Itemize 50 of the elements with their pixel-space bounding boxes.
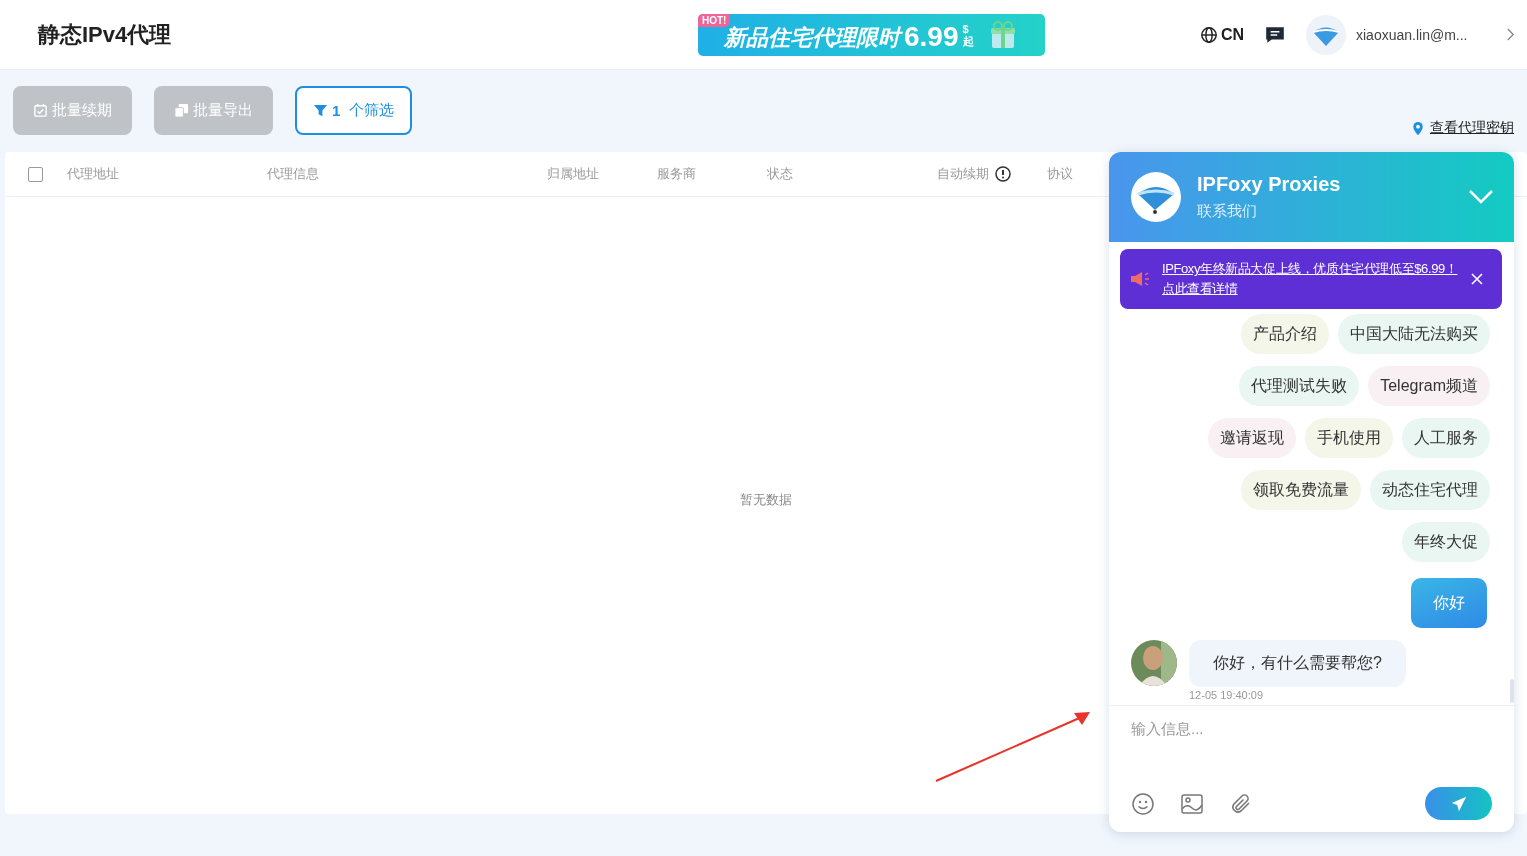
quick-reply-chip[interactable]: 年终大促 [1402,522,1490,562]
calendar-icon [33,102,48,118]
select-all-checkbox[interactable] [28,166,43,182]
column-header: 自动续期 [937,165,989,183]
page-title: 静态IPv4代理 [38,20,173,49]
quick-reply-chip[interactable]: 人工服务 [1402,418,1490,458]
view-key-link[interactable]: 查看代理密钥 [1412,119,1514,137]
chat-title: IPFoxy Proxies [1197,173,1342,196]
chat-subtitle: 联系我们 [1197,202,1258,221]
hot-badge: HOT! [698,13,731,27]
send-button[interactable] [1425,787,1492,820]
user-email[interactable]: xiaoxuan.lin@m... [1356,26,1486,43]
quick-reply-chip[interactable]: 中国大陆无法购买 [1338,314,1490,354]
column-header: 代理地址 [67,165,119,183]
agent-avatar [1131,640,1177,686]
quick-reply-chip[interactable]: 动态住宅代理 [1370,470,1490,510]
attachment-icon[interactable] [1229,791,1253,816]
message-time: 12-05 19:40:09 [1189,689,1264,701]
quick-reply-chip[interactable]: 手机使用 [1305,418,1393,458]
avatar[interactable] [1306,14,1346,55]
column-header: 代理信息 [267,165,319,183]
price-suffix: 起 [962,34,974,47]
location-pin-icon [1412,120,1424,136]
received-message: 你好，有什么需要帮您? [1189,640,1406,687]
close-icon[interactable] [1470,272,1484,286]
empty-message: 暂无数据 [740,491,792,509]
image-icon[interactable] [1180,791,1204,816]
megaphone-icon [1130,271,1150,287]
sent-message: 你好 [1411,578,1487,628]
info-icon [995,166,1011,182]
chevron-right-icon[interactable] [1506,28,1515,41]
currency-sign: $ [962,22,970,35]
quick-reply-chip[interactable]: 领取免费流量 [1241,470,1361,510]
column-header: 服务商 [657,165,696,183]
copy-icon [174,102,189,118]
column-header: 状态 [767,165,793,183]
column-header: 归属地址 [547,165,599,183]
quick-reply-chip[interactable]: 产品介绍 [1241,314,1329,354]
globe-icon [1199,25,1218,44]
quick-reply-chip[interactable]: 代理测试失败 [1239,366,1360,406]
quick-reply-chip[interactable]: 邀请返现 [1208,418,1296,458]
column-header: 协议 [1047,165,1073,183]
banner-price: 6.99 [904,20,959,53]
emoji-icon[interactable] [1131,791,1155,816]
notice-link[interactable]: IPFoxy年终新品大促上线，优质住宅代理低至$6.99！ 点此查看详情 [1162,259,1458,299]
language-button[interactable]: CN [1199,25,1244,44]
filter-button[interactable]: 1 个筛选 [295,85,412,135]
quick-reply-chip[interactable]: Telegram频道 [1368,366,1490,406]
filter-icon [313,102,328,118]
logo-icon [1131,172,1181,222]
